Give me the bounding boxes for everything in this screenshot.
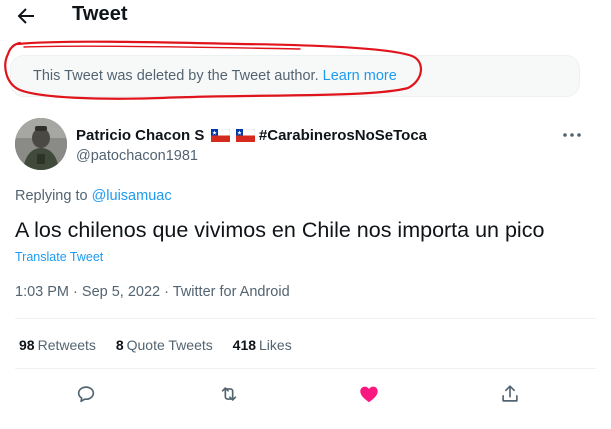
meta-separator: ·: [164, 284, 169, 300]
quote-tweets-stat[interactable]: 8 Quote Tweets: [116, 337, 213, 353]
share-icon[interactable]: [499, 383, 521, 405]
retweets-stat[interactable]: 98 Retweets: [19, 337, 96, 353]
like-heart-filled-icon[interactable]: [358, 383, 380, 405]
author-avatar[interactable]: [15, 118, 67, 170]
author-name-text: Patricio Chacon S: [76, 127, 205, 144]
replying-to-label: Replying to: [15, 188, 88, 204]
deleted-tweet-notice: This Tweet was deleted by the Tweet auth…: [10, 55, 580, 97]
quote-tweets-count: 8: [115, 337, 124, 353]
chile-flag-icon: [235, 129, 255, 142]
page-title: Tweet: [72, 3, 128, 25]
chile-flag-icon: [210, 129, 230, 142]
likes-label: Likes: [259, 337, 292, 353]
tweet-date[interactable]: Sep 5, 2022: [82, 284, 160, 300]
author-username[interactable]: @patochacon1981: [76, 148, 198, 164]
author-name-hashtag: #CarabinerosNoSeToca: [258, 127, 428, 144]
likes-stat[interactable]: 418 Likes: [233, 337, 292, 353]
page-header: Tweet: [0, 0, 611, 34]
retweets-label: Retweets: [37, 337, 96, 353]
author-display-name[interactable]: Patricio Chacon S #CarabinerosNoSeToca: [76, 127, 427, 144]
tweet-stats: 98 Retweets 8 Quote Tweets 418 Likes: [19, 337, 308, 353]
translate-tweet-link[interactable]: Translate Tweet: [15, 250, 103, 264]
tweet-text: A los chilenos que vivimos en Chile nos …: [15, 218, 545, 242]
more-options-icon[interactable]: [560, 126, 584, 144]
tweet-meta: 1:03 PM · Sep 5, 2022 · Twitter for Andr…: [15, 284, 290, 300]
divider: [15, 318, 596, 319]
tweet-time[interactable]: 1:03 PM: [15, 284, 69, 300]
replying-to: Replying to @luisamuac: [15, 188, 172, 204]
learn-more-link[interactable]: Learn more: [323, 68, 397, 84]
likes-count: 418: [232, 337, 257, 353]
back-arrow-icon[interactable]: [14, 4, 38, 28]
tweet-source[interactable]: Twitter for Android: [173, 284, 290, 300]
divider: [15, 368, 596, 369]
retweet-icon[interactable]: [218, 383, 240, 405]
retweets-count: 98: [19, 337, 35, 353]
reply-target-link[interactable]: @luisamuac: [92, 188, 172, 204]
reply-comment-icon[interactable]: [75, 383, 97, 405]
quote-tweets-label: Quote Tweets: [126, 337, 213, 353]
meta-separator: ·: [73, 284, 78, 300]
deleted-notice-message: This Tweet was deleted by the Tweet auth…: [33, 68, 319, 84]
deleted-notice-text: This Tweet was deleted by the Tweet auth…: [33, 68, 397, 84]
